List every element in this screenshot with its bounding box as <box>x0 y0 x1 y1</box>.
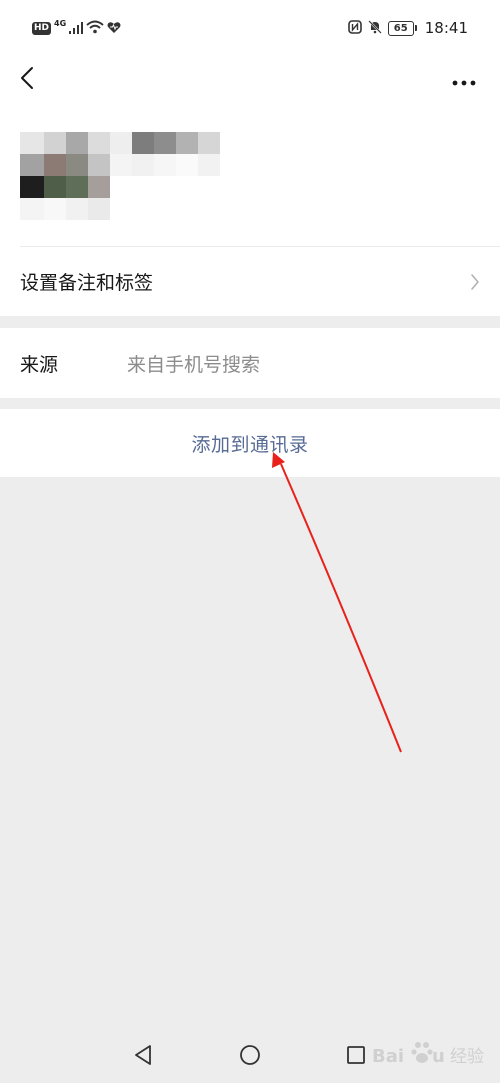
chevron-left-icon <box>20 66 34 94</box>
censored-profile-mosaic <box>20 124 230 234</box>
svg-text:Bai: Bai <box>372 1046 404 1067</box>
baidu-jingyan-watermark-logo: Bai u 经验 <box>372 1042 484 1067</box>
set-remark-tags-row[interactable]: 设置备注和标签 <box>0 247 500 316</box>
status-left-group: HD 4G <box>32 18 121 38</box>
svg-text:u: u <box>432 1046 445 1067</box>
health-heart-icon <box>107 19 121 38</box>
source-row: 来源 来自手机号搜索 <box>0 328 500 398</box>
back-button[interactable] <box>12 62 42 98</box>
more-horizontal-icon <box>452 71 476 90</box>
source-value: 来自手机号搜索 <box>127 353 261 376</box>
chevron-right-icon <box>470 247 480 316</box>
mute-bell-icon <box>367 19 382 38</box>
status-bar: HD 4G 65 18:41 <box>0 0 500 56</box>
network-type-label: 4G <box>54 19 67 28</box>
battery-icon: 65 <box>387 20 417 36</box>
system-home-button[interactable] <box>235 1042 265 1072</box>
profile-info <box>0 104 500 246</box>
more-button[interactable] <box>446 62 482 98</box>
svg-text:经验: 经验 <box>450 1047 484 1067</box>
source-label: 来源 <box>20 353 59 376</box>
triangle-back-icon <box>133 1044 153 1070</box>
signal-icon <box>69 19 84 38</box>
status-time: 18:41 <box>424 19 468 37</box>
system-recents-button[interactable] <box>341 1042 371 1072</box>
add-to-contacts-label: 添加到通讯录 <box>191 433 309 456</box>
nfc-icon <box>347 19 362 38</box>
set-remark-tags-label: 设置备注和标签 <box>20 272 154 294</box>
status-right-group: 65 18:41 <box>347 18 468 38</box>
nav-bar <box>0 56 500 104</box>
contact-profile-screen: HD 4G 65 18:41 设置备注和标签 来源 来自手机号搜索 添加到通讯录… <box>0 0 500 1083</box>
hd-badge: HD <box>32 21 52 35</box>
wifi-icon <box>86 19 104 38</box>
square-recents-icon <box>346 1045 366 1069</box>
battery-tip <box>414 25 417 31</box>
battery-level: 65 <box>387 20 414 36</box>
system-back-button[interactable] <box>128 1042 158 1072</box>
add-to-contacts-button[interactable]: 添加到通讯录 <box>0 409 500 477</box>
circle-home-icon <box>239 1044 261 1070</box>
